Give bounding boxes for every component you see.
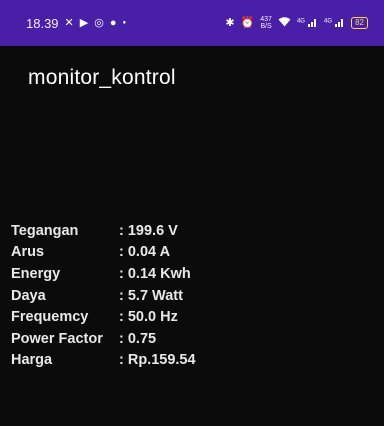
reading-row-frequency: Frequemcy : 50.0 Hz bbox=[11, 306, 196, 328]
data-speed-value: 437 bbox=[260, 16, 272, 23]
messenger-icon: ● bbox=[109, 16, 117, 29]
reading-label: Energy bbox=[11, 265, 61, 282]
reading-label: Daya bbox=[11, 287, 46, 304]
alarm-icon: ⏰ bbox=[240, 16, 255, 29]
reading-label: Frequemcy bbox=[11, 309, 89, 326]
readings-list: Tegangan : 199.6 V Arus : 0.04 A Energy … bbox=[11, 220, 196, 371]
reading-value: : 0.75 bbox=[119, 330, 157, 347]
reading-row-tegangan: Tegangan : 199.6 V bbox=[11, 220, 196, 242]
bluetooth-icon: ✱ bbox=[225, 16, 235, 29]
reading-row-power-factor: Power Factor : 0.75 bbox=[11, 328, 196, 350]
youtube-icon: ▶ bbox=[79, 16, 89, 29]
reading-row-daya: Daya : 5.7 Watt bbox=[11, 285, 196, 307]
wifi-icon bbox=[278, 16, 291, 30]
reading-row-harga: Harga : Rp.159.54 bbox=[11, 350, 196, 372]
status-bar: 18.39 ✕ ▶ ◎ ● ● ✱ ⏰ 437 B/S 4G 4G 82 bbox=[0, 0, 384, 46]
signal-2-label: 4G bbox=[324, 17, 333, 24]
signal-4g-2-icon: 4G bbox=[324, 17, 345, 30]
reading-value: : 50.0 Hz bbox=[119, 309, 178, 326]
reading-value: : 0.04 A bbox=[119, 244, 171, 261]
reading-label: Tegangan bbox=[11, 222, 79, 239]
reading-label: Harga bbox=[11, 352, 53, 369]
signal-1-label: 4G bbox=[296, 17, 305, 24]
whatsapp-icon: ◎ bbox=[94, 16, 104, 29]
signal-4g-1-icon: 4G bbox=[297, 17, 318, 30]
reading-value: : 0.14 Kwh bbox=[119, 265, 191, 282]
reading-label: Arus bbox=[11, 244, 45, 261]
dot-icon: ● bbox=[122, 20, 127, 26]
battery-icon: 82 bbox=[351, 17, 368, 29]
reading-row-energy: Energy : 0.14 Kwh bbox=[11, 263, 196, 285]
reading-value: : Rp.159.54 bbox=[119, 352, 196, 369]
reading-value: : 5.7 Watt bbox=[119, 287, 183, 304]
status-bar-left: 18.39 ✕ ▶ ◎ ● ● bbox=[26, 16, 126, 31]
data-speed-icon: 437 B/S bbox=[260, 16, 272, 30]
app-title: monitor_kontrol bbox=[28, 66, 176, 89]
data-speed-unit: B/S bbox=[260, 23, 272, 30]
reading-row-arus: Arus : 0.04 A bbox=[11, 242, 196, 264]
close-x-icon: ✕ bbox=[64, 16, 74, 29]
reading-value: : 199.6 V bbox=[119, 222, 178, 239]
status-time: 18.39 bbox=[26, 15, 59, 31]
reading-label: Power Factor bbox=[11, 330, 103, 347]
status-bar-right: ✱ ⏰ 437 B/S 4G 4G 82 bbox=[225, 16, 368, 30]
